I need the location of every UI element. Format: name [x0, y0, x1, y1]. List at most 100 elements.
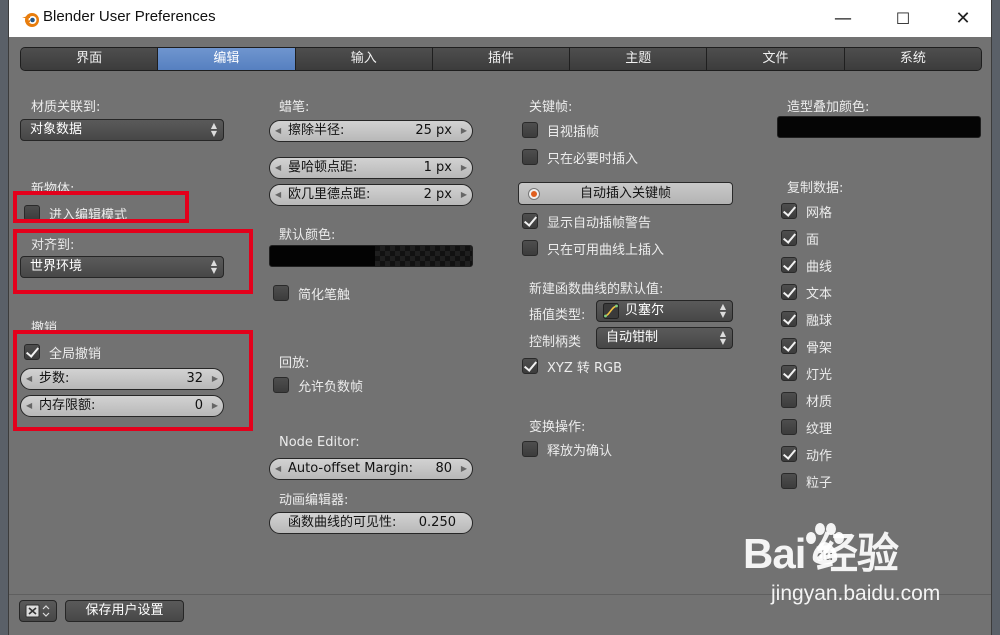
link-materials-label: 材质关联到:: [31, 100, 101, 115]
dup-texture-checkbox[interactable]: 纹理: [781, 418, 832, 437]
checkbox-checked-icon: [781, 446, 797, 462]
checkbox-checked-icon: [781, 230, 797, 246]
checkbox-icon: [522, 240, 538, 256]
link-materials-value: 对象数据: [30, 122, 83, 137]
handle-type-value: 自动钳制: [606, 330, 659, 345]
dup-particles-checkbox[interactable]: 粒子: [781, 472, 833, 491]
fcurve-visibility-field[interactable]: 函数曲线的可见性: 0.250: [269, 512, 473, 534]
euclidean-distance-label: 欧几里德点距:: [288, 187, 371, 202]
handle-type-dropdown[interactable]: 自动钳制 ▲ ▼: [596, 327, 733, 349]
preferences-editor-icon: [25, 604, 50, 618]
save-user-settings-button[interactable]: 保存用户设置: [65, 600, 184, 622]
tab-themes[interactable]: 主题: [570, 48, 708, 70]
dup-lamp-label: 灯光: [806, 367, 833, 383]
only-insert-available-checkbox[interactable]: 只在可用曲线上插入: [522, 239, 664, 258]
checkbox-checked-icon: [522, 213, 538, 229]
dup-lamp-checkbox[interactable]: 灯光: [781, 364, 833, 383]
simplify-stroke-label: 简化笔触: [298, 287, 351, 303]
animation-editors-label: 动画编辑器:: [279, 493, 349, 508]
only-insert-needed-label: 只在必要时插入: [547, 151, 639, 167]
link-materials-dropdown[interactable]: 对象数据 ▲ ▼: [20, 119, 224, 141]
increment-arrow-icon[interactable]: ▶: [461, 158, 467, 178]
duplicate-data-label: 复制数据:: [787, 181, 844, 196]
sculpt-overlay-color-label: 造型叠加颜色:: [787, 100, 870, 115]
editor-type-button[interactable]: [19, 600, 57, 622]
handle-type-label: 控制柄类: [529, 335, 582, 350]
tab-system[interactable]: 系统: [844, 48, 981, 70]
increment-arrow-icon[interactable]: ▶: [461, 459, 467, 479]
dup-text-checkbox[interactable]: 文本: [781, 283, 833, 302]
decrement-arrow-icon[interactable]: ◀: [275, 158, 281, 178]
minimize-button[interactable]: —: [815, 0, 871, 37]
dup-text-label: 文本: [806, 286, 833, 302]
auto-offset-margin-field[interactable]: ◀ Auto-offset Margin: 80 ▶: [269, 458, 473, 480]
eraser-radius-field[interactable]: ◀ 擦除半径: 25 px ▶: [269, 120, 473, 142]
fcurve-visibility-label: 函数曲线的可见性:: [288, 515, 397, 530]
maximize-button[interactable]: ☐: [875, 0, 931, 37]
release-confirms-checkbox[interactable]: 释放为确认: [522, 440, 612, 459]
dup-material-checkbox[interactable]: 材质: [781, 391, 833, 410]
allow-negative-frames-checkbox[interactable]: 允许负数帧: [273, 376, 363, 395]
bottom-bar: 保存用户设置: [9, 594, 991, 635]
simplify-stroke-checkbox[interactable]: 简化笔触: [273, 284, 351, 303]
dup-particles-label: 粒子: [806, 475, 833, 491]
tab-file[interactable]: 文件: [707, 48, 845, 70]
euclidean-distance-field[interactable]: ◀ 欧几里德点距: 2 px ▶: [269, 184, 473, 206]
title-bar: Blender User Preferences — ☐ ✕: [9, 0, 991, 37]
dup-surface-checkbox[interactable]: 面: [781, 229, 819, 248]
checkbox-icon: [781, 473, 797, 489]
interpolation-dropdown[interactable]: 贝塞尔 ▲ ▼: [596, 300, 733, 322]
checkbox-checked-icon: [781, 284, 797, 300]
dup-armature-label: 骨架: [806, 340, 833, 356]
fcurve-visibility-value: 0.250: [418, 515, 456, 530]
only-insert-needed-checkbox[interactable]: 只在必要时插入: [522, 148, 639, 167]
updown-arrows-icon: ▲ ▼: [210, 121, 217, 138]
checkbox-icon: [273, 285, 289, 301]
checkbox-checked-icon: [781, 203, 797, 219]
xyz-to-rgb-checkbox[interactable]: XYZ 转 RGB: [522, 357, 623, 376]
keyframing-label: 关键帧:: [529, 100, 573, 115]
tab-input[interactable]: 输入: [295, 48, 433, 70]
dup-mesh-checkbox[interactable]: 网格: [781, 202, 832, 221]
manhattan-distance-label: 曼哈顿点距:: [288, 160, 358, 175]
dup-armature-checkbox[interactable]: 骨架: [781, 337, 833, 356]
visual-keying-checkbox[interactable]: 目视插帧: [522, 121, 600, 140]
increment-arrow-icon[interactable]: ▶: [461, 121, 467, 141]
grease-pencil-label: 蜡笔:: [279, 100, 310, 115]
dup-material-label: 材质: [806, 394, 833, 410]
default-color-label: 默认颜色:: [279, 228, 336, 243]
show-auto-keying-warning-checkbox[interactable]: 显示自动插帧警告: [522, 212, 651, 231]
decrement-arrow-icon[interactable]: ◀: [275, 459, 281, 479]
dup-action-checkbox[interactable]: 动作: [781, 445, 832, 464]
dup-curve-checkbox[interactable]: 曲线: [781, 256, 832, 275]
checkbox-icon: [522, 441, 538, 457]
bezier-curve-icon: [603, 303, 619, 319]
checkbox-icon: [522, 149, 538, 165]
checkbox-checked-icon: [781, 257, 797, 273]
node-editor-label: Node Editor:: [279, 435, 360, 450]
decrement-arrow-icon[interactable]: ◀: [275, 185, 281, 205]
xyz-to-rgb-label: XYZ 转 RGB: [547, 360, 623, 376]
default-color-swatch[interactable]: [269, 245, 473, 267]
auto-keying-button[interactable]: 自动插入关键帧: [518, 182, 733, 205]
interpolation-value: 贝塞尔: [625, 303, 665, 318]
eraser-radius-label: 擦除半径:: [288, 123, 345, 138]
close-button[interactable]: ✕: [935, 0, 991, 37]
dup-metaball-checkbox[interactable]: 融球: [781, 310, 832, 329]
sculpt-overlay-color-swatch[interactable]: [777, 116, 981, 138]
paw-logo-icon: du: [806, 523, 844, 565]
tab-editing[interactable]: 编辑: [158, 48, 296, 70]
highlight-box: [13, 229, 253, 294]
svg-text:du: du: [817, 548, 833, 563]
highlight-box: [13, 330, 253, 431]
increment-arrow-icon[interactable]: ▶: [461, 185, 467, 205]
checkbox-icon: [273, 377, 289, 393]
checkbox-icon: [781, 392, 797, 408]
tab-interface[interactable]: 界面: [21, 48, 159, 70]
tab-addons[interactable]: 插件: [432, 48, 571, 70]
manhattan-distance-field[interactable]: ◀ 曼哈顿点距: 1 px ▶: [269, 157, 473, 179]
visual-keying-label: 目视插帧: [547, 124, 600, 140]
manhattan-distance-value: 1 px: [423, 160, 452, 175]
decrement-arrow-icon[interactable]: ◀: [275, 121, 281, 141]
checkbox-checked-icon: [522, 358, 538, 374]
